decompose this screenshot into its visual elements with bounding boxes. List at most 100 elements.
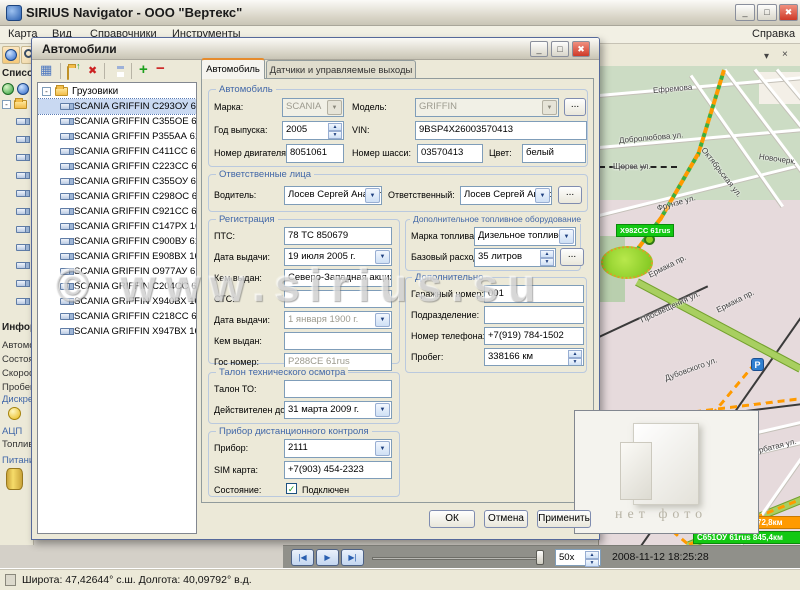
chevron-down-icon[interactable]: ▼ <box>327 100 342 115</box>
tree-item[interactable]: SCANIA GRIFFIN О977АУ 61rus <box>38 264 196 279</box>
model-more-button[interactable]: ... <box>564 98 586 116</box>
globe-icon[interactable] <box>2 83 14 95</box>
tree-item[interactable]: SCANIA GRIFFIN Р355АА 61rus <box>38 129 196 144</box>
chevron-down-icon[interactable]: ▼ <box>535 188 550 203</box>
tree-item[interactable]: SCANIA GRIFFIN С355ОУ 61rus <box>38 174 196 189</box>
collapse-icon[interactable]: - <box>42 87 51 96</box>
dialog-close-button[interactable]: ✖ <box>572 41 590 57</box>
vehicle-area-marker[interactable] <box>601 246 653 279</box>
sts-issuer-field[interactable] <box>284 332 392 350</box>
truck-icon[interactable] <box>16 262 27 269</box>
collapse-icon[interactable]: - <box>2 100 11 109</box>
close-button[interactable]: ✖ <box>779 4 798 21</box>
sim-field[interactable]: +7(903) 454-2323 <box>284 461 392 479</box>
talon-field[interactable] <box>284 380 392 398</box>
color-field[interactable]: белый <box>522 144 586 163</box>
playback-slider-thumb[interactable] <box>536 550 544 565</box>
tree-item[interactable]: SCANIA GRIFFIN Х947ВХ 161rus <box>38 324 196 339</box>
map-collapse-icon[interactable]: ▾ <box>764 51 769 62</box>
tree-item[interactable]: SCANIA GRIFFIN С218СС 61rus <box>38 309 196 324</box>
valid-until-combo[interactable]: 31 марта 2009 г.▼ <box>284 401 392 419</box>
tree-item[interactable]: SCANIA GRIFFIN Е908ВХ 161rus <box>38 249 196 264</box>
eye-icon[interactable] <box>17 83 29 95</box>
engine-field[interactable]: 8051061 <box>286 144 344 163</box>
device-combo[interactable]: 2111▼ <box>284 439 392 458</box>
menu-spravka[interactable]: Справка <box>752 28 795 40</box>
phone-field[interactable]: +7(919) 784-1502 <box>484 327 584 345</box>
spin-down-icon[interactable]: ▼ <box>568 358 582 366</box>
tree-item[interactable]: SCANIA GRIFFIN С204СС 61rus <box>38 279 196 294</box>
truck-icon[interactable] <box>16 298 27 305</box>
chevron-down-icon[interactable]: ▼ <box>542 100 557 115</box>
spinner-arrows[interactable]: ▲▼ <box>328 123 342 138</box>
pts-field[interactable]: 78 ТС 850679 <box>284 227 392 245</box>
truck-icon[interactable] <box>16 208 27 215</box>
sidebar-tree-root[interactable]: - <box>2 100 27 109</box>
chevron-down-icon[interactable]: ▼ <box>375 250 390 264</box>
spin-up-icon[interactable]: ▲ <box>328 123 342 131</box>
tree-item[interactable]: SCANIA GRIFFIN С223СС 61rus <box>38 159 196 174</box>
ok-button[interactable]: ОК <box>429 510 475 528</box>
spin-up-icon[interactable]: ▲ <box>585 551 599 559</box>
speed-spinner[interactable]: 50x▲▼ <box>555 549 601 566</box>
minimize-button[interactable]: _ <box>735 4 755 21</box>
playback-slider-track[interactable] <box>372 557 542 560</box>
vin-field[interactable]: 9BSP4X26003570413 <box>415 121 587 140</box>
tab-datchiki[interactable]: Датчики и управляемые выходы <box>266 60 416 79</box>
base-rate-spinner[interactable]: 35 литров▲▼ <box>474 248 556 267</box>
division-field[interactable] <box>484 306 584 324</box>
truck-icon[interactable] <box>16 154 27 161</box>
dialog-minimize-button[interactable]: _ <box>530 41 548 57</box>
truck-icon[interactable] <box>16 118 27 125</box>
tree-root-row[interactable]: - Грузовики <box>38 83 196 99</box>
folder-up-icon[interactable]: ↑ <box>67 66 69 80</box>
model-combo[interactable]: GRIFFIN▼ <box>415 98 559 117</box>
restore-button[interactable]: □ <box>757 4 777 21</box>
pan-tool-button[interactable] <box>2 46 20 64</box>
fuel-brand-combo[interactable]: Дизельное топливо▼ <box>474 227 576 246</box>
spin-up-icon[interactable]: ▲ <box>568 350 582 358</box>
remove-icon[interactable]: − <box>156 62 165 76</box>
chevron-down-icon[interactable]: ▼ <box>559 229 574 244</box>
tree-item[interactable]: SCANIA GRIFFIN С355ОЕ 61rus <box>38 114 196 129</box>
spin-down-icon[interactable]: ▼ <box>328 131 342 139</box>
chevron-down-icon[interactable]: ▼ <box>375 313 390 327</box>
chevron-down-icon[interactable]: ▼ <box>375 441 390 456</box>
skip-forward-button[interactable]: ▶| <box>341 549 364 566</box>
tree-item[interactable]: SCANIA GRIFFIN С293ОУ 61rus <box>38 99 196 114</box>
play-button[interactable]: ▶ <box>316 549 339 566</box>
garage-field[interactable]: 001 <box>484 285 584 303</box>
spinner-arrows[interactable]: ▲▼ <box>540 250 554 265</box>
spinner-arrows[interactable]: ▲▼ <box>585 551 599 564</box>
apply-button[interactable]: Применить <box>537 510 591 528</box>
tree-item[interactable]: SCANIA GRIFFIN С900ВУ 61rus <box>38 234 196 249</box>
truck-icon[interactable] <box>16 172 27 179</box>
add-icon[interactable]: + <box>139 62 148 77</box>
spin-up-icon[interactable]: ▲ <box>540 250 554 258</box>
dialog-maximize-button[interactable]: □ <box>551 41 569 57</box>
chevron-down-icon[interactable]: ▼ <box>375 403 390 417</box>
map-close-icon[interactable]: × <box>782 49 788 60</box>
tree-item[interactable]: SCANIA GRIFFIN С921СС 61rus <box>38 204 196 219</box>
spin-down-icon[interactable]: ▼ <box>585 559 599 567</box>
year-spinner[interactable]: 2005▲▼ <box>282 121 344 140</box>
truck-icon[interactable] <box>16 280 27 287</box>
pts-date-combo[interactable]: 19 июля 2005 г.▼ <box>284 248 392 266</box>
tree-item[interactable]: SCANIA GRIFFIN С298ОС 61rus <box>38 189 196 204</box>
tree-item[interactable]: SCANIA GRIFFIN Х940ВХ 161rus <box>38 294 196 309</box>
fuel-more-button[interactable]: ... <box>560 248 584 266</box>
connected-checkbox[interactable]: ✓ <box>286 483 297 494</box>
tree-item[interactable]: SCANIA GRIFFIN С411СС 61rus <box>38 144 196 159</box>
grid-icon[interactable]: ▦ <box>40 62 52 78</box>
vehicles-tree[interactable]: - Грузовики SCANIA GRIFFIN С293ОУ 61rusS… <box>37 82 197 534</box>
truck-icon[interactable] <box>16 190 27 197</box>
persons-more-button[interactable]: ... <box>558 186 582 204</box>
spinner-arrows[interactable]: ▲▼ <box>568 350 582 364</box>
chevron-down-icon[interactable]: ▼ <box>365 188 380 203</box>
sts-field[interactable] <box>284 290 392 308</box>
sts-date-combo[interactable]: 1 января 1900 г.▼ <box>284 311 392 329</box>
delete-icon[interactable]: ✖ <box>88 63 97 79</box>
truck-icon[interactable] <box>16 244 27 251</box>
pts-issuer-field[interactable]: Северо-Западная акцизная т <box>284 269 392 287</box>
skip-back-button[interactable]: |◀ <box>291 549 314 566</box>
